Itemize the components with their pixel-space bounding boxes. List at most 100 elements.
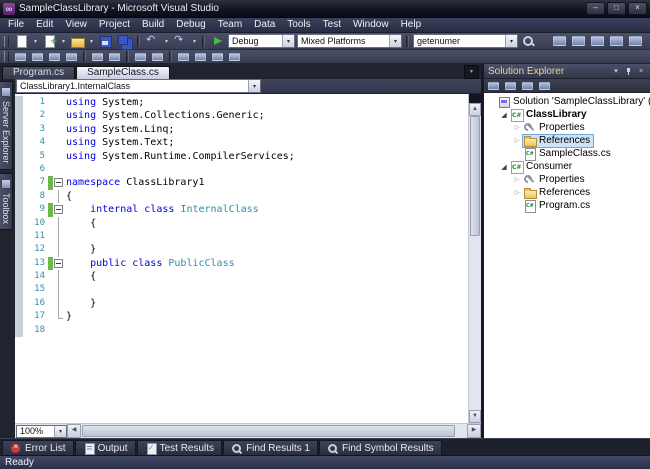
- toggle-bookmark-icon[interactable]: [176, 51, 191, 63]
- code-line-12[interactable]: 12 }: [15, 243, 468, 258]
- expander-expanded-icon[interactable]: ◢: [499, 163, 509, 171]
- code-line-16[interactable]: 16 }: [15, 296, 468, 311]
- close-panel-icon[interactable]: ×: [636, 67, 646, 76]
- quick-info-icon[interactable]: [47, 51, 62, 63]
- menu-team[interactable]: Team: [212, 18, 248, 32]
- code-line-7[interactable]: 7 namespace ClassLibrary1: [15, 176, 468, 190]
- types-dropdown[interactable]: ClassLibrary1.InternalClass ▾: [16, 79, 261, 93]
- code-line-10[interactable]: 10 {: [15, 216, 468, 231]
- redo-icon[interactable]: [172, 33, 189, 48]
- expander-collapsed-icon[interactable]: ▷: [512, 189, 522, 196]
- tree-item-references[interactable]: ▷ References: [484, 186, 650, 199]
- find-combo[interactable]: getenumer ▾: [413, 34, 518, 48]
- code-line-18[interactable]: 18: [15, 323, 468, 338]
- bottom-tab-output[interactable]: Output: [74, 440, 136, 455]
- navigate-backward-icon[interactable]: [551, 34, 568, 48]
- start-debug-icon[interactable]: [209, 34, 226, 48]
- parameter-info-icon[interactable]: [30, 51, 45, 63]
- previous-bookmark-icon[interactable]: [193, 51, 208, 63]
- expander-collapsed-icon[interactable]: ▷: [512, 176, 522, 183]
- split-dropdown-icon[interactable]: ▾: [88, 38, 95, 45]
- code-line-4[interactable]: 4 using System.Text;: [15, 136, 468, 150]
- se-view-class-diagram-icon[interactable]: [537, 80, 552, 92]
- split-dropdown-icon[interactable]: ▾: [60, 38, 67, 45]
- code-line-5[interactable]: 5 using System.Runtime.CompilerServices;: [15, 149, 468, 163]
- vertical-scroll-track[interactable]: [469, 116, 481, 410]
- split-dropdown-icon[interactable]: ▾: [191, 38, 198, 45]
- window-position-icon[interactable]: ▾: [611, 67, 621, 76]
- code-line-9[interactable]: 9 internal class InternalClass: [15, 203, 468, 217]
- code-line-6[interactable]: 6: [15, 162, 468, 177]
- chevron-down-icon[interactable]: ▾: [505, 35, 517, 47]
- se-show-all-files-icon[interactable]: [503, 80, 518, 92]
- menu-file[interactable]: File: [2, 18, 30, 32]
- code-line-13[interactable]: 13 public class PublicClass: [15, 256, 468, 271]
- tree-item-consumer[interactable]: ◢ Consumer: [484, 160, 650, 174]
- code-line-1[interactable]: 1 using System;: [15, 96, 468, 110]
- code-line-2[interactable]: 2 using System.Collections.Generic;: [15, 109, 468, 123]
- split-dropdown-icon[interactable]: ▾: [163, 38, 170, 45]
- code-line-14[interactable]: 14 {: [15, 270, 468, 284]
- code-line-15[interactable]: 15: [15, 283, 468, 298]
- clear-bookmarks-icon[interactable]: [227, 51, 242, 63]
- comment-icon[interactable]: [133, 51, 148, 63]
- auto-hide-pin-icon[interactable]: [624, 67, 633, 76]
- save-all-icon[interactable]: [116, 34, 133, 48]
- zoom-dropdown[interactable]: 100% ▾: [16, 424, 67, 438]
- collapse-toggle-icon[interactable]: [53, 257, 64, 270]
- menu-view[interactable]: View: [59, 18, 93, 32]
- side-tab-toolbox[interactable]: Toolbox: [0, 172, 13, 230]
- menu-build[interactable]: Build: [136, 18, 170, 32]
- vertical-scroll-thumb[interactable]: [470, 116, 480, 236]
- menu-edit[interactable]: Edit: [30, 18, 59, 32]
- menu-project[interactable]: Project: [93, 18, 136, 32]
- tree-item-classlibrary[interactable]: ◢ ClassLibrary: [484, 108, 650, 122]
- menu-help[interactable]: Help: [395, 18, 428, 32]
- minimize-button[interactable]: –: [586, 2, 605, 15]
- close-button[interactable]: ×: [628, 2, 647, 15]
- new-project-icon[interactable]: [13, 34, 30, 48]
- bottom-tab-find-symbol-results[interactable]: Find Symbol Results: [318, 440, 442, 455]
- collapse-toggle-icon[interactable]: [53, 203, 64, 216]
- bottom-tab-find-results-1[interactable]: Find Results 1: [223, 440, 318, 455]
- menu-debug[interactable]: Debug: [170, 18, 211, 32]
- side-tab-server-explorer[interactable]: Server Explorer: [0, 81, 13, 170]
- solution-explorer-icon[interactable]: [589, 34, 606, 48]
- chevron-down-icon[interactable]: ▾: [54, 425, 66, 437]
- scroll-right-icon[interactable]: ▶: [467, 424, 481, 438]
- tree-item-properties[interactable]: ▷ Properties: [484, 121, 650, 134]
- object-browser-icon[interactable]: [627, 34, 644, 48]
- code-line-17[interactable]: 17}: [15, 310, 468, 324]
- chevron-down-icon[interactable]: ▾: [282, 35, 294, 47]
- scroll-up-icon[interactable]: ▲: [469, 103, 481, 116]
- bottom-tab-test-results[interactable]: Test Results: [136, 440, 223, 455]
- menu-tools[interactable]: Tools: [281, 18, 316, 32]
- tree-item-references[interactable]: ▷ References: [484, 133, 650, 148]
- decrease-indent-icon[interactable]: [90, 51, 105, 63]
- scroll-down-icon[interactable]: ▼: [469, 410, 481, 423]
- expander-collapsed-icon[interactable]: ▷: [512, 124, 522, 131]
- code-editor[interactable]: 1 using System; 2 using System.Collections.…: [15, 94, 468, 423]
- chevron-down-icon[interactable]: ▾: [248, 80, 260, 92]
- navigate-forward-icon[interactable]: [570, 34, 587, 48]
- tree-item-program-cs[interactable]: Program.cs: [484, 199, 650, 213]
- tab-list-button[interactable]: ▾: [464, 65, 479, 79]
- collapse-toggle-icon[interactable]: [53, 176, 64, 189]
- horizontal-scroll-track[interactable]: [81, 425, 467, 437]
- menu-test[interactable]: Test: [317, 18, 347, 32]
- add-new-item-icon[interactable]: [41, 34, 58, 48]
- menu-data[interactable]: Data: [248, 18, 281, 32]
- maximize-button[interactable]: □: [607, 2, 626, 15]
- debug-target-dropdown[interactable]: Debug ▾: [228, 34, 295, 48]
- expander-expanded-icon[interactable]: ◢: [499, 111, 509, 119]
- tree-item-sampleclass-cs[interactable]: SampleClass.cs: [484, 147, 650, 161]
- chevron-down-icon[interactable]: ▾: [389, 35, 401, 47]
- se-properties-icon[interactable]: [486, 80, 501, 92]
- split-dropdown-icon[interactable]: ▾: [32, 38, 39, 45]
- code-line-11[interactable]: 11: [15, 229, 468, 244]
- bottom-tab-error-list[interactable]: Error List: [2, 440, 74, 455]
- horizontal-scroll-thumb[interactable]: [82, 425, 455, 437]
- se-refresh-icon[interactable]: [520, 80, 535, 92]
- properties-window-icon[interactable]: [608, 34, 625, 48]
- next-bookmark-icon[interactable]: [210, 51, 225, 63]
